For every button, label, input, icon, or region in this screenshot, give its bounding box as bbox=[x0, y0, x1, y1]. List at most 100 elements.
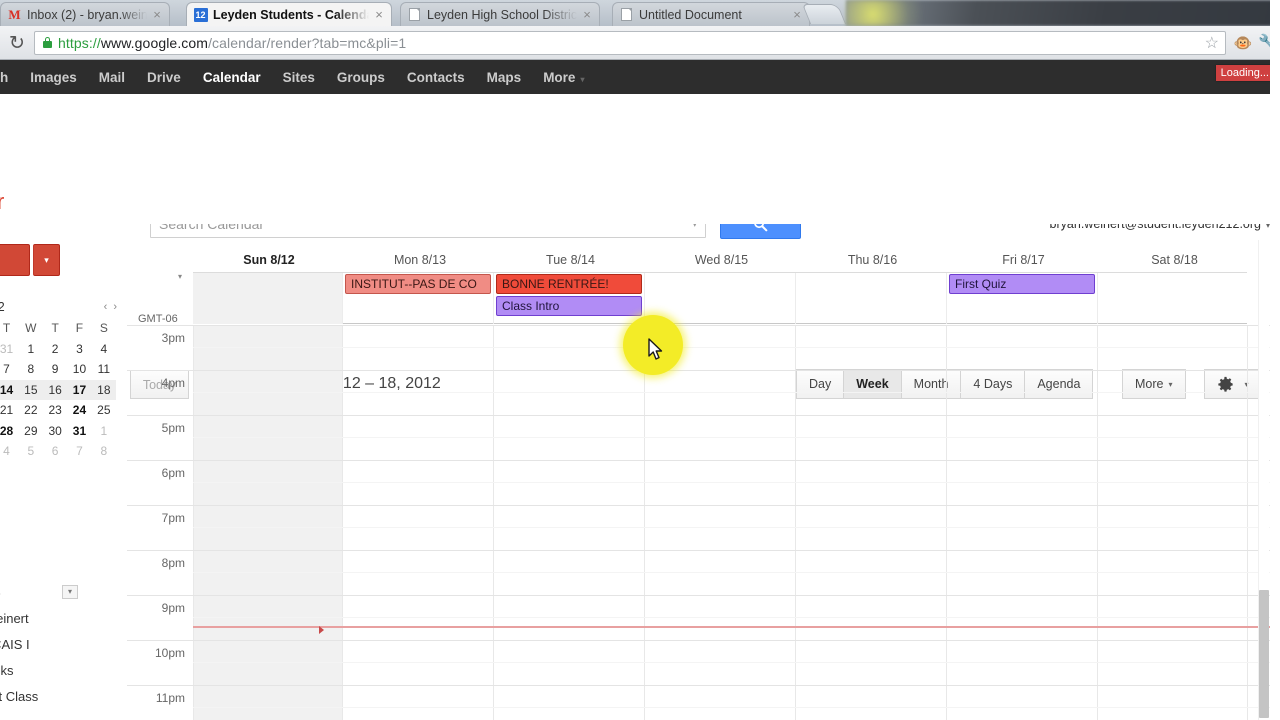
hour-label-10pm: 10pm bbox=[154, 646, 185, 660]
browser-tab-leyden-district[interactable]: Leyden High School District × bbox=[400, 2, 600, 26]
half-hour-gridline bbox=[193, 572, 1273, 573]
sidebar-calendar-title: endar bbox=[0, 189, 5, 214]
event-class-intro[interactable]: Class Intro bbox=[496, 296, 642, 316]
today-column-shade bbox=[193, 325, 342, 720]
new-tab-button[interactable] bbox=[801, 4, 847, 24]
mini-cal-day[interactable]: 17 bbox=[67, 379, 92, 400]
all-day-events-row: INSTITUT--PAS DE CO BONNE RENTRÉE! Class… bbox=[193, 272, 1247, 324]
mini-cal-day[interactable]: 31 bbox=[67, 421, 91, 442]
url-path: /calendar/render?tab=mc&pli=1 bbox=[208, 34, 407, 51]
browser-chrome: M Inbox (2) - bryan.weinert@ × Leyden Hi… bbox=[0, 0, 1280, 60]
mini-cal-day[interactable]: 1 bbox=[19, 339, 43, 360]
allday-cell-fri[interactable]: First Quiz bbox=[947, 273, 1098, 324]
googlebar-item-maps[interactable]: Maps bbox=[476, 70, 533, 85]
event-institut-pas-de-co[interactable]: INSTITUT--PAS DE CO bbox=[345, 274, 491, 294]
tab-close-icon[interactable]: × bbox=[373, 8, 385, 21]
mini-cal-day[interactable]: 25 bbox=[92, 400, 116, 421]
mini-cal-day[interactable]: 10 bbox=[67, 359, 91, 380]
mini-calendar-prev-button[interactable]: ‹ bbox=[101, 301, 111, 313]
hour-gridline bbox=[127, 685, 1273, 686]
mini-cal-day[interactable]: 14 bbox=[0, 379, 19, 400]
tab-close-icon[interactable]: × bbox=[151, 8, 163, 21]
event-bonne-rentree[interactable]: BONNE RENTRÉE! bbox=[496, 274, 642, 294]
allday-cell-wed[interactable] bbox=[645, 273, 796, 324]
calendar-scrollbar-thumb[interactable] bbox=[1259, 590, 1269, 718]
browser-tab-leyden-students-calendar[interactable]: 12 Leyden Students - Calendar × bbox=[186, 2, 392, 26]
calendar-list-item-francais-i[interactable]: ANÇAIS I bbox=[0, 637, 30, 652]
mini-cal-day[interactable]: 29 bbox=[19, 421, 43, 442]
mini-cal-day[interactable]: 23 bbox=[43, 400, 67, 421]
mini-cal-day[interactable]: 22 bbox=[19, 400, 43, 421]
browser-tab-inbox[interactable]: M Inbox (2) - bryan.weinert@ × bbox=[0, 2, 170, 26]
mini-cal-day[interactable]: 15 bbox=[18, 379, 43, 400]
hour-label-4pm: 4pm bbox=[161, 376, 185, 390]
browser-tab-untitled-document[interactable]: Untitled Document × bbox=[612, 2, 810, 26]
mini-cal-day[interactable]: 9 bbox=[43, 359, 67, 380]
googlebar-item-search[interactable]: h bbox=[0, 70, 19, 85]
mini-cal-weekday: W bbox=[25, 321, 37, 336]
googlebar-item-images[interactable]: Images bbox=[19, 70, 88, 85]
mini-cal-day[interactable]: 7 bbox=[0, 359, 19, 380]
url-host: www.google.com bbox=[100, 34, 209, 51]
tab-close-icon[interactable]: × bbox=[791, 8, 803, 21]
mini-cal-day[interactable]: 30 bbox=[43, 421, 67, 442]
calendar-time-grid[interactable]: 3pm 4pm 5pm 6pm 7pm 8pm 9pm 10pm 11pm bbox=[127, 325, 1273, 720]
allday-cell-sun[interactable] bbox=[193, 273, 343, 324]
allday-cell-thu[interactable] bbox=[796, 273, 947, 324]
mini-cal-day[interactable]: 4 bbox=[92, 339, 116, 360]
hour-label-5pm: 5pm bbox=[161, 421, 185, 435]
my-calendars-section-header[interactable]: lendars ▾ bbox=[0, 584, 118, 599]
hour-gridline bbox=[127, 640, 1273, 641]
half-hour-gridline bbox=[193, 662, 1273, 663]
googlebar-item-groups[interactable]: Groups bbox=[326, 70, 396, 85]
googlebar-item-drive[interactable]: Drive bbox=[136, 70, 192, 85]
googlebar-item-calendar[interactable]: Calendar bbox=[192, 70, 272, 85]
mini-cal-day[interactable]: 1 bbox=[92, 421, 116, 442]
address-bar[interactable]: https://www.google.com/calendar/render?t… bbox=[34, 30, 1226, 55]
mini-cal-day[interactable]: 2 bbox=[43, 339, 67, 360]
lock-icon bbox=[39, 37, 55, 48]
tab-close-icon[interactable]: × bbox=[581, 8, 593, 21]
mini-cal-day[interactable]: 5 bbox=[19, 441, 43, 462]
mini-cal-day[interactable]: 16 bbox=[42, 379, 68, 400]
allday-cell-sat[interactable] bbox=[1098, 273, 1247, 324]
chevron-down-icon: ▾ bbox=[580, 74, 585, 84]
mini-cal-day[interactable]: 18 bbox=[91, 379, 116, 400]
day-header-fri: Fri 8/17 bbox=[1002, 253, 1045, 267]
create-event-button[interactable]: ATE bbox=[0, 244, 30, 276]
googlebar-item-contacts[interactable]: Contacts bbox=[396, 70, 476, 85]
calendar-list-item-tasks[interactable]: sks bbox=[0, 663, 14, 678]
create-event-dropdown-caret[interactable]: ▾ bbox=[33, 244, 60, 276]
mini-cal-day[interactable]: 4 bbox=[0, 441, 19, 462]
mini-cal-day[interactable]: 3 bbox=[67, 339, 91, 360]
mini-cal-day[interactable]: 24 bbox=[67, 400, 91, 421]
calendar-list-item-bryan-weinert[interactable]: an Weinert bbox=[0, 611, 29, 626]
mini-cal-day[interactable]: 11 bbox=[92, 359, 116, 380]
mini-cal-day[interactable]: 6 bbox=[43, 441, 67, 462]
mini-cal-day[interactable]: 7 bbox=[67, 441, 91, 462]
event-first-quiz[interactable]: First Quiz bbox=[949, 274, 1095, 294]
calendar-list-item-first-class[interactable]: st Class bbox=[0, 689, 38, 704]
bookmark-star-icon[interactable]: ☆ bbox=[1205, 35, 1219, 53]
mini-cal-day[interactable]: 21 bbox=[0, 400, 19, 421]
googlebar-item-mail[interactable]: Mail bbox=[88, 70, 136, 85]
allday-collapse-caret[interactable]: ▾ bbox=[178, 272, 182, 281]
googlebar-item-more[interactable]: More ▾ bbox=[532, 70, 595, 85]
allday-cell-tue[interactable]: BONNE RENTRÉE! Class Intro bbox=[494, 273, 645, 324]
mini-cal-day[interactable]: 28 bbox=[0, 421, 19, 442]
mini-cal-day[interactable]: 31 bbox=[0, 339, 19, 360]
day-gridline bbox=[1247, 325, 1248, 720]
googlebar-item-sites[interactable]: Sites bbox=[272, 70, 326, 85]
hour-label-8pm: 8pm bbox=[161, 556, 185, 570]
mini-calendar-next-button[interactable]: › bbox=[110, 301, 120, 313]
reload-icon[interactable]: ↻ bbox=[0, 32, 34, 54]
desktop-background-glow bbox=[846, 0, 936, 26]
day-header-sat: Sat 8/18 bbox=[1151, 253, 1198, 267]
browser-tab-title: Untitled Document bbox=[639, 7, 742, 22]
mini-cal-day[interactable]: 8 bbox=[19, 359, 43, 380]
chevron-down-icon[interactable]: ▾ bbox=[62, 584, 78, 599]
allday-cell-mon[interactable]: INSTITUT--PAS DE CO bbox=[343, 273, 494, 324]
monkey-extension-icon[interactable]: 🐵 bbox=[1230, 34, 1256, 52]
mini-cal-weekday: F bbox=[75, 321, 84, 336]
mini-cal-day[interactable]: 8 bbox=[92, 441, 116, 462]
